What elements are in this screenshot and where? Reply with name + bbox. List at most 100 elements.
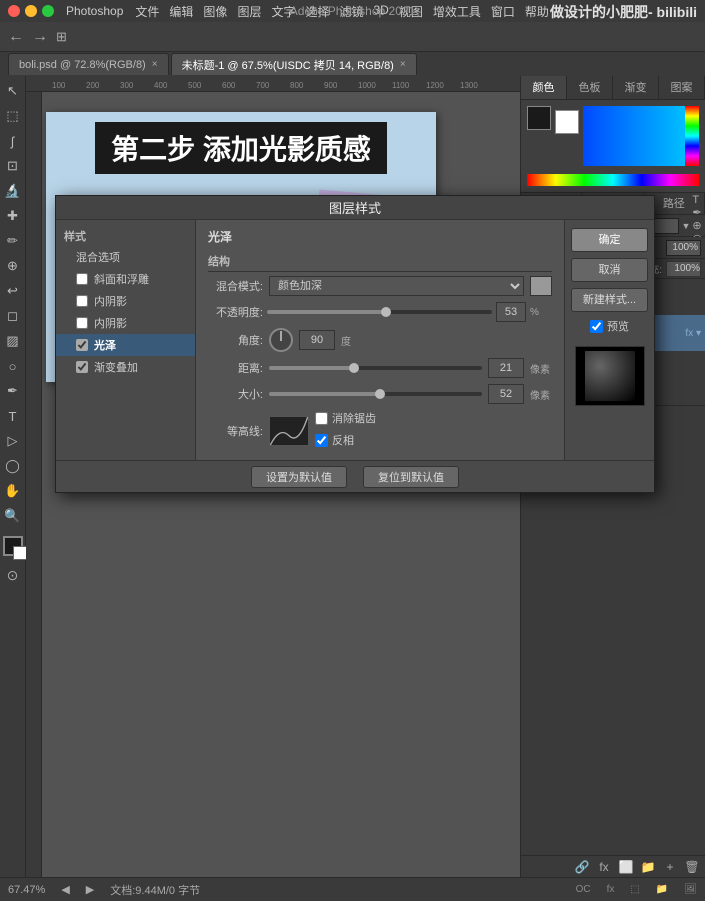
path-select-tool[interactable]: ▷ bbox=[2, 430, 24, 452]
dialog-body: 样式 混合选项 斜面和浮雕 内阴影 内阴影 光泽 渐变叠加 bbox=[56, 220, 654, 460]
tabs-bar: boli.psd @ 72.8%(RGB/8) × 未标题-1 @ 67.5%(… bbox=[0, 52, 705, 76]
maximize-button[interactable] bbox=[42, 5, 54, 17]
minimize-button[interactable] bbox=[25, 5, 37, 17]
layer-style-dialog[interactable]: 图层样式 样式 混合选项 斜面和浮雕 内阴影 内阴影 光泽 bbox=[55, 195, 655, 493]
inner-glow-item1[interactable]: 内阴影 bbox=[56, 290, 195, 312]
inner-glow-item2[interactable]: 内阴影 bbox=[56, 312, 195, 334]
add-style-button[interactable]: fx bbox=[595, 858, 613, 876]
dialog-title: 图层样式 bbox=[329, 198, 381, 217]
cancel-button[interactable]: 取消 bbox=[571, 258, 648, 282]
menu-layer[interactable]: 图层 bbox=[237, 3, 261, 20]
type-tool[interactable]: T bbox=[2, 405, 24, 427]
distance-thumb[interactable] bbox=[349, 363, 359, 373]
watermark: 做设计的小肥肥- bilibili bbox=[550, 2, 697, 22]
menu-file[interactable]: 文件 bbox=[135, 3, 159, 20]
reset-default-button[interactable]: 复位到默认值 bbox=[363, 466, 459, 488]
opacity-input[interactable] bbox=[666, 240, 701, 256]
opacity-slider-thumb[interactable] bbox=[381, 307, 391, 317]
distance-input[interactable] bbox=[488, 358, 524, 378]
zoom-arrow-left[interactable]: ◀ bbox=[61, 883, 69, 896]
folder-status: 📁 bbox=[656, 884, 668, 895]
add-mask-button[interactable]: ⬜ bbox=[617, 858, 635, 876]
opacity-slider-track[interactable] bbox=[267, 310, 492, 314]
tab-color[interactable]: 颜色 bbox=[521, 76, 567, 99]
close-button[interactable] bbox=[8, 5, 20, 17]
background-swatch[interactable] bbox=[555, 110, 579, 134]
fx-badge: fx ▾ bbox=[685, 328, 701, 339]
opacity-slider-value[interactable] bbox=[496, 302, 526, 322]
lasso-tool[interactable]: ʃ bbox=[2, 130, 24, 152]
gradient-overlay-item[interactable]: 渐变叠加 bbox=[56, 356, 195, 378]
pen-tool[interactable]: ✒ bbox=[2, 380, 24, 402]
workspace-icon[interactable]: ⊞ bbox=[56, 29, 67, 45]
fill-input[interactable] bbox=[666, 261, 701, 277]
distance-slider-track[interactable] bbox=[269, 366, 482, 370]
foreground-swatch[interactable] bbox=[527, 106, 551, 130]
blend-color-swatch[interactable] bbox=[530, 276, 552, 296]
close-tab-boli[interactable]: × bbox=[152, 59, 158, 70]
invert-checkbox[interactable] bbox=[315, 434, 328, 447]
filter-type-icon[interactable]: ▼ bbox=[681, 221, 690, 231]
crop-tool[interactable]: ⊡ bbox=[2, 155, 24, 177]
menu-plugins[interactable]: 增效工具 bbox=[433, 3, 481, 20]
shape-tool[interactable]: ◯ bbox=[2, 455, 24, 477]
anti-alias-checkbox[interactable] bbox=[315, 412, 328, 425]
back-icon[interactable]: ← bbox=[8, 28, 24, 46]
angle-input[interactable] bbox=[299, 330, 335, 350]
settings-group-title: 光泽 bbox=[208, 228, 552, 245]
color-gradient-picker[interactable] bbox=[583, 106, 699, 166]
doc-size: 文档:9.44M/0 字节 bbox=[110, 882, 200, 898]
menu-edit[interactable]: 编辑 bbox=[169, 3, 193, 20]
brush-tool[interactable]: ✏ bbox=[2, 230, 24, 252]
delete-layer-button[interactable]: 🗑 bbox=[683, 858, 701, 876]
menu-window[interactable]: 窗口 bbox=[491, 3, 515, 20]
tab-boli[interactable]: boli.psd @ 72.8%(RGB/8) × bbox=[8, 53, 169, 75]
spectrum-bar[interactable] bbox=[527, 174, 699, 186]
bevel-checkbox[interactable] bbox=[76, 273, 88, 285]
eraser-tool[interactable]: ◻ bbox=[2, 305, 24, 327]
tab-untitled[interactable]: 未标题-1 @ 67.5%(UISDC 拷贝 14, RGB/8) × bbox=[171, 53, 417, 75]
hand-tool[interactable]: ✋ bbox=[2, 480, 24, 502]
quick-mask[interactable]: ⊙ bbox=[7, 567, 19, 584]
bevel-emboss-item[interactable]: 斜面和浮雕 bbox=[56, 268, 195, 290]
zoom-arrow-right[interactable]: ▶ bbox=[86, 883, 94, 896]
forward-icon[interactable]: → bbox=[32, 28, 48, 46]
menu-help[interactable]: 帮助 bbox=[525, 3, 549, 20]
tab-patterns[interactable]: 图案 bbox=[659, 76, 705, 99]
menu-image[interactable]: 图像 bbox=[203, 3, 227, 20]
preview-label: 预览 bbox=[607, 318, 629, 334]
healing-tool[interactable]: ✚ bbox=[2, 205, 24, 227]
new-group-button[interactable]: 📁 bbox=[639, 858, 657, 876]
select-tool[interactable]: ⬚ bbox=[2, 105, 24, 127]
link-layers-button[interactable]: 🔗 bbox=[573, 858, 591, 876]
size-thumb[interactable] bbox=[375, 389, 385, 399]
gloss-item[interactable]: 光泽 bbox=[56, 334, 195, 356]
new-layer-button[interactable]: + bbox=[661, 858, 679, 876]
ok-button[interactable]: 确定 bbox=[571, 228, 648, 252]
eyedropper-tool[interactable]: 🔬 bbox=[2, 180, 24, 202]
angle-dial[interactable] bbox=[269, 328, 293, 352]
history-brush[interactable]: ↩ bbox=[2, 280, 24, 302]
tab-untitled-label: 未标题-1 @ 67.5%(UISDC 拷贝 14, RGB/8) bbox=[182, 57, 394, 73]
foreground-color[interactable] bbox=[3, 536, 23, 556]
gradient-tool[interactable]: ▨ bbox=[2, 330, 24, 352]
move-tool[interactable]: ↖ bbox=[2, 80, 24, 102]
blend-options-item[interactable]: 混合选项 bbox=[56, 246, 195, 268]
tab-gradients[interactable]: 渐变 bbox=[613, 76, 659, 99]
clone-tool[interactable]: ⊕ bbox=[2, 255, 24, 277]
set-default-button[interactable]: 设置为默认值 bbox=[251, 466, 347, 488]
size-input[interactable] bbox=[488, 384, 524, 404]
contour-picker[interactable] bbox=[269, 416, 309, 446]
close-tab-untitled[interactable]: × bbox=[400, 59, 406, 70]
tab-swatches[interactable]: 色板 bbox=[567, 76, 613, 99]
inner-glow-checkbox2[interactable] bbox=[76, 317, 88, 329]
new-style-button[interactable]: 新建样式... bbox=[571, 288, 648, 312]
gloss-checkbox[interactable] bbox=[76, 339, 88, 351]
blend-mode-dialog-select[interactable]: 颜色加深 正常 正片叠底 bbox=[269, 276, 524, 296]
preview-checkbox[interactable] bbox=[590, 320, 603, 333]
dodge-tool[interactable]: ○ bbox=[2, 355, 24, 377]
inner-glow-checkbox1[interactable] bbox=[76, 295, 88, 307]
zoom-tool[interactable]: 🔍 bbox=[2, 505, 24, 527]
size-slider-track[interactable] bbox=[269, 392, 482, 396]
gradient-overlay-checkbox[interactable] bbox=[76, 361, 88, 373]
